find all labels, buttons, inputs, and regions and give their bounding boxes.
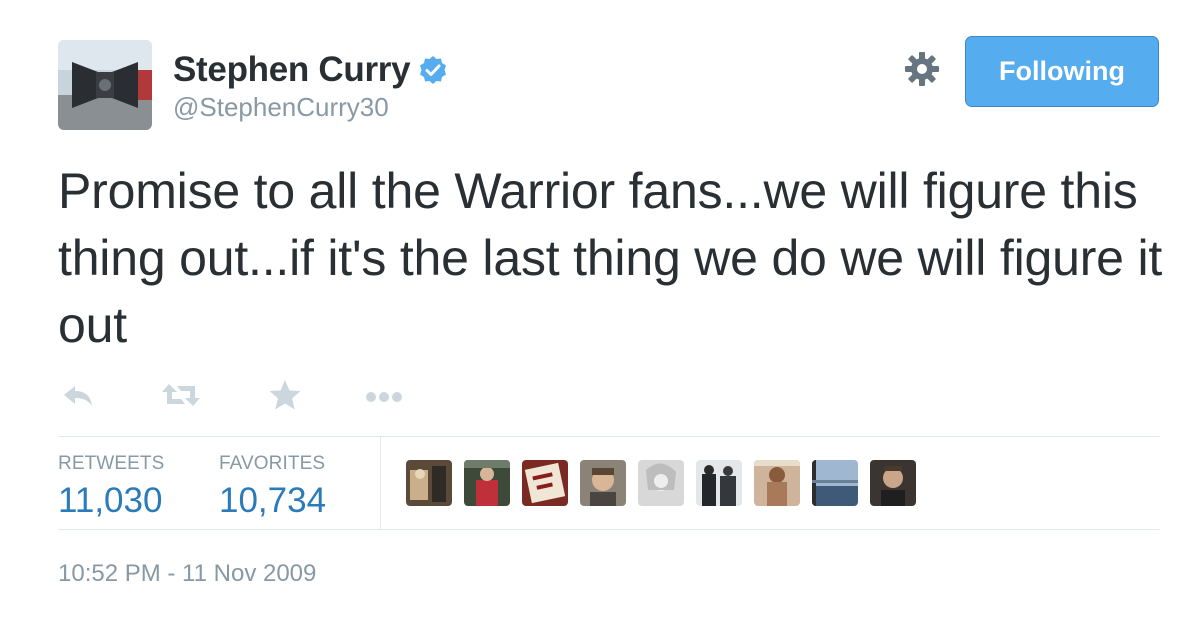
favoriter-avatar[interactable] — [696, 460, 742, 506]
favorites-count: 10,734 — [219, 481, 327, 520]
verified-badge-icon — [418, 55, 448, 85]
favoriter-avatar[interactable] — [580, 460, 626, 506]
more-dots-icon[interactable] — [363, 378, 407, 417]
favoriter-avatar[interactable] — [870, 460, 916, 506]
favoriter-avatar[interactable] — [522, 460, 568, 506]
reply-icon[interactable] — [61, 378, 95, 417]
favoriter-avatar[interactable] — [406, 460, 452, 506]
tweet-text: Promise to all the Warrior fans...we wil… — [58, 163, 1163, 353]
retweet-icon[interactable] — [161, 378, 201, 417]
author-handle[interactable]: @StephenCurry30 — [173, 92, 389, 123]
author-avatar[interactable] — [58, 40, 152, 130]
favoriter-avatar[interactable] — [754, 460, 800, 506]
favorites-label: FAVORITES — [219, 453, 326, 474]
favoriters-avatars — [406, 460, 928, 506]
retweets-stat[interactable]: RETWEETS 11,030 — [58, 453, 164, 521]
favoriter-avatar[interactable] — [638, 460, 684, 506]
stats-bottom-divider — [58, 529, 1160, 530]
favoriter-avatar[interactable] — [464, 460, 510, 506]
favorite-star-icon[interactable] — [268, 378, 302, 417]
tweet-timestamp[interactable]: 10:52 PM - 11 Nov 2009 — [58, 560, 316, 588]
stats-vertical-divider — [380, 437, 381, 529]
favorites-stat[interactable]: FAVORITES 10,734 — [219, 453, 326, 521]
author-name[interactable]: Stephen Curry — [173, 50, 411, 90]
stats-top-divider — [58, 436, 1160, 437]
favoriter-avatar[interactable] — [812, 460, 858, 506]
retweets-label: RETWEETS — [58, 453, 165, 474]
following-button[interactable]: Following — [965, 36, 1159, 107]
gear-icon[interactable] — [903, 50, 941, 88]
retweets-count: 11,030 — [58, 481, 163, 520]
